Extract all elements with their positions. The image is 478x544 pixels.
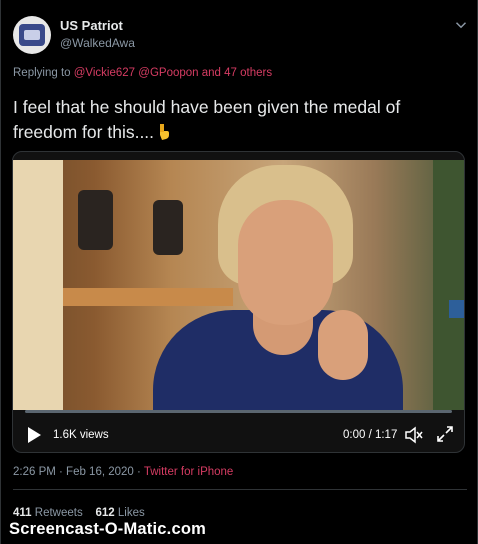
others-link[interactable]: and 47 others (202, 67, 272, 79)
video-frame-overlay (449, 300, 464, 318)
video-controls: 1.6K views 0:00 / 1:17 (13, 414, 464, 452)
mention-link[interactable]: @GPoopon (138, 67, 198, 79)
pointing-down-emoji (160, 124, 170, 140)
watermark: Screencast-O-Matic.com (9, 520, 206, 538)
tweet-meta: 2:26 PM · Feb 16, 2020 · Twitter for iPh… (13, 466, 233, 478)
video-player[interactable]: 1.6K views 0:00 / 1:17 (12, 151, 465, 453)
replying-to: Replying to @Vickie627 @GPoopon and 47 o… (13, 67, 272, 79)
likes-count[interactable]: 612 (95, 507, 114, 519)
video-frame[interactable] (13, 160, 464, 410)
likes-label[interactable]: Likes (118, 507, 145, 519)
video-frame-plant (433, 160, 464, 410)
mention-link[interactable]: @Vickie627 (74, 67, 135, 79)
tweet-stats: 411 Retweets 612 Likes (13, 507, 145, 519)
tweet-text: I feel that he should have been given th… (13, 95, 453, 145)
video-frame-person (318, 310, 368, 380)
retweets-label[interactable]: Retweets (35, 507, 83, 519)
play-icon[interactable] (26, 426, 42, 444)
video-frame-person (238, 200, 333, 325)
video-progress-bar[interactable] (25, 410, 452, 413)
divider (13, 489, 467, 490)
meta-separator: · (133, 466, 144, 478)
source-link[interactable]: Twitter for iPhone (144, 466, 233, 478)
video-frame-chair (78, 190, 113, 250)
avatar[interactable] (13, 16, 51, 54)
video-frame-chair (153, 200, 183, 255)
volume-icon[interactable] (404, 425, 424, 445)
video-frame-desk (63, 288, 233, 306)
video-frame-wall (13, 160, 63, 410)
fullscreen-icon[interactable] (436, 425, 454, 443)
video-time: 0:00 / 1:17 (343, 429, 398, 441)
timestamp[interactable]: 2:26 PM · Feb 16, 2020 (13, 466, 134, 478)
author-name[interactable]: US Patriot (60, 18, 123, 33)
tweet-card: US Patriot @WalkedAwa Replying to @Vicki… (0, 0, 478, 544)
author-handle[interactable]: @WalkedAwa (60, 36, 135, 50)
replying-to-label: Replying to (13, 67, 74, 79)
avatar-image (19, 24, 45, 46)
chevron-down-icon[interactable] (452, 16, 470, 34)
view-count: 1.6K views (53, 429, 109, 441)
tweet-body: I feel that he should have been given th… (13, 97, 401, 142)
retweets-count[interactable]: 411 (13, 507, 32, 519)
